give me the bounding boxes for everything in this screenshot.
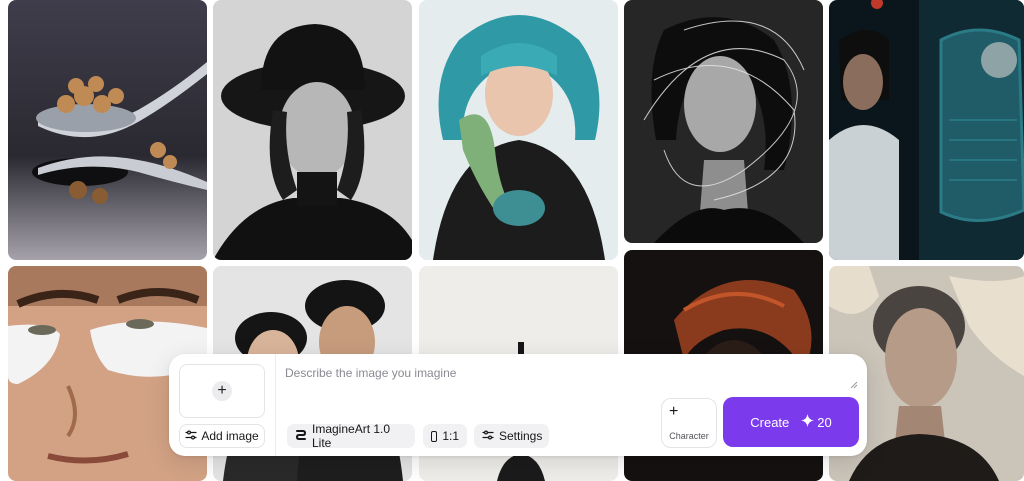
prompt-input[interactable] [285, 366, 859, 396]
settings-button[interactable]: Settings [474, 424, 549, 448]
line-art-portrait-image[interactable] [624, 0, 823, 243]
aspect-ratio-label: 1:1 [442, 429, 459, 443]
settings-label: Settings [499, 429, 543, 443]
model-label: ImagineArt 1.0 Lite [312, 422, 391, 450]
scifi-window-image[interactable] [829, 0, 1024, 260]
plus-icon: + [212, 381, 232, 401]
woman-black-hat-image[interactable] [213, 0, 412, 260]
credit-cost: 20 [801, 414, 832, 430]
model-selector[interactable]: ImagineArt 1.0 Lite [287, 422, 415, 450]
credit-count: 20 [817, 414, 832, 430]
model-logo-icon [295, 429, 307, 444]
character-plus-icon: + [669, 403, 679, 420]
aspect-ratio-icon [431, 430, 438, 442]
add-image-label: Add image [201, 429, 259, 443]
prompt-composer: + Add image ImagineArt 1.0 Lite 1:1 Sett… [169, 354, 867, 456]
resize-handle-icon[interactable] [850, 376, 858, 389]
sparkle-icon [801, 414, 815, 430]
settings-sliders-icon [482, 429, 494, 444]
character-label: Character [669, 431, 709, 441]
create-label: Create [750, 414, 790, 430]
image-upload-slot[interactable]: + [179, 364, 265, 418]
create-button[interactable]: Create 20 [723, 397, 859, 447]
aspect-ratio-selector[interactable]: 1:1 [423, 424, 467, 448]
character-button[interactable]: + Character [661, 398, 717, 448]
teal-hair-girl-image[interactable] [419, 0, 618, 260]
composer-divider [275, 354, 276, 456]
add-image-button[interactable]: Add image [179, 424, 265, 448]
sliders-icon [185, 429, 197, 444]
sugar-spoon-image[interactable] [8, 0, 207, 260]
